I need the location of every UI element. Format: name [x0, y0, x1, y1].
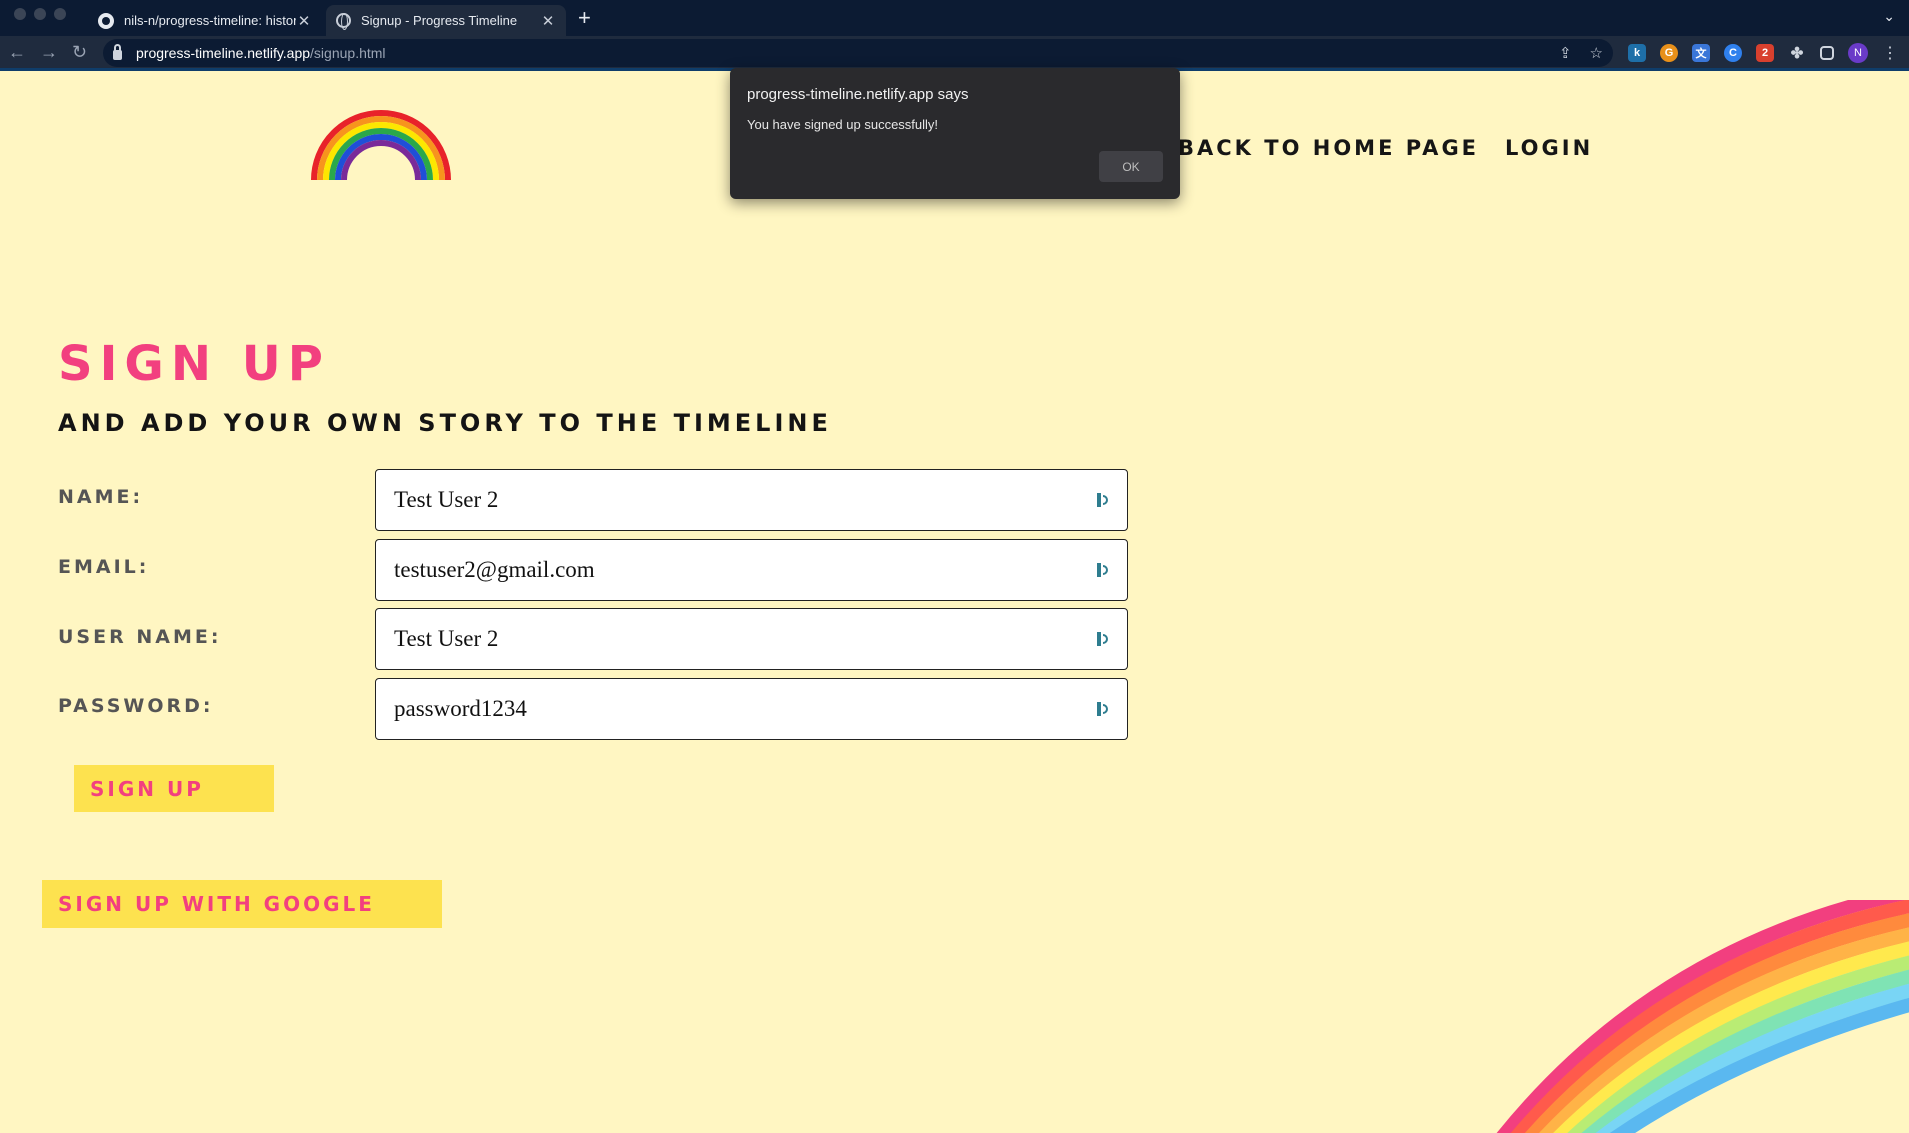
puzzle-extensions-icon[interactable]: ✤: [1788, 44, 1806, 62]
tab-label: nils-n/progress-timeline: histor: [124, 13, 296, 28]
side-panel-icon[interactable]: [1820, 46, 1834, 60]
url-path: /signup.html: [310, 45, 386, 61]
translate-icon[interactable]: 文: [1692, 44, 1710, 62]
password-input[interactable]: [394, 696, 1097, 722]
new-tab-button[interactable]: +: [578, 5, 591, 31]
email-input[interactable]: [394, 557, 1097, 583]
browser-tab-github[interactable]: nils-n/progress-timeline: histor ✕: [88, 5, 322, 36]
password-manager-icon[interactable]: [1097, 631, 1109, 647]
password-manager-icon[interactable]: [1097, 492, 1109, 508]
password-manager-icon[interactable]: [1097, 562, 1109, 578]
reload-button[interactable]: ↻: [72, 42, 87, 62]
browser-menu-icon[interactable]: ⋮: [1882, 43, 1898, 63]
username-field: [375, 608, 1128, 670]
nav-login[interactable]: LOGIN: [1505, 136, 1593, 160]
username-label: USER NAME:: [58, 626, 222, 648]
maximize-window-button[interactable]: [54, 8, 66, 20]
tab-label: Signup - Progress Timeline: [361, 13, 518, 28]
back-button[interactable]: ←: [8, 42, 26, 62]
browser-tab-bar: nils-n/progress-timeline: histor ✕ Signu…: [0, 0, 1909, 36]
globe-icon: [336, 13, 351, 30]
address-bar[interactable]: progress-timeline.netlify.app/signup.htm…: [103, 39, 1613, 67]
browser-tab-signup[interactable]: Signup - Progress Timeline ✕: [326, 5, 566, 36]
alert-message: You have signed up successfully!: [747, 117, 939, 132]
close-tab-icon[interactable]: ✕: [296, 12, 312, 30]
browser-toolbar: ← → ↻ progress-timeline.netlify.app/sign…: [0, 36, 1909, 71]
alert-title: progress-timeline.netlify.app says: [747, 86, 969, 103]
lock-icon: [113, 44, 122, 60]
extension-icon[interactable]: k: [1628, 44, 1646, 62]
bookmark-star-icon[interactable]: ☆: [1590, 44, 1603, 62]
profile-avatar[interactable]: N: [1848, 43, 1868, 63]
page-subtitle: AND ADD YOUR OWN STORY TO THE TIMELINE: [58, 409, 832, 437]
sign-up-with-google-button[interactable]: SIGN UP WITH GOOGLE: [42, 880, 442, 928]
password-field: [375, 678, 1128, 740]
email-field: [375, 539, 1128, 601]
minimize-window-button[interactable]: [34, 8, 46, 20]
alert-ok-button[interactable]: OK: [1099, 151, 1163, 182]
url-text: progress-timeline.netlify.app/signup.htm…: [136, 45, 386, 61]
extension-icon[interactable]: C: [1724, 44, 1742, 62]
close-tab-icon[interactable]: ✕: [540, 12, 556, 30]
username-input[interactable]: [394, 626, 1097, 652]
extension-icon[interactable]: 2: [1756, 44, 1774, 62]
tab-search-chevron-icon[interactable]: ⌄: [1883, 8, 1895, 25]
nav-back-to-home[interactable]: BACK TO HOME PAGE: [1178, 136, 1479, 160]
decorative-rainbow-image: [1496, 900, 1909, 1133]
email-label: EMAIL:: [58, 556, 150, 578]
page-title: SIGN UP: [58, 336, 330, 392]
top-navigation: BACK TO HOME PAGE LOGIN: [1178, 136, 1593, 160]
share-icon[interactable]: ⇪: [1559, 44, 1572, 62]
alert-dialog: progress-timeline.netlify.app says You h…: [730, 68, 1180, 199]
name-field: [375, 469, 1128, 531]
rainbow-logo[interactable]: [310, 108, 452, 180]
forward-button[interactable]: →: [40, 42, 58, 62]
name-input[interactable]: [394, 487, 1097, 513]
sign-up-button[interactable]: SIGN UP: [74, 765, 274, 812]
password-manager-icon[interactable]: [1097, 701, 1109, 717]
password-label: PASSWORD:: [58, 695, 214, 717]
github-icon: [98, 12, 114, 29]
close-window-button[interactable]: [14, 8, 26, 20]
grammarly-icon[interactable]: G: [1660, 44, 1678, 62]
name-label: NAME:: [58, 486, 144, 508]
url-host: progress-timeline.netlify.app: [136, 45, 311, 61]
